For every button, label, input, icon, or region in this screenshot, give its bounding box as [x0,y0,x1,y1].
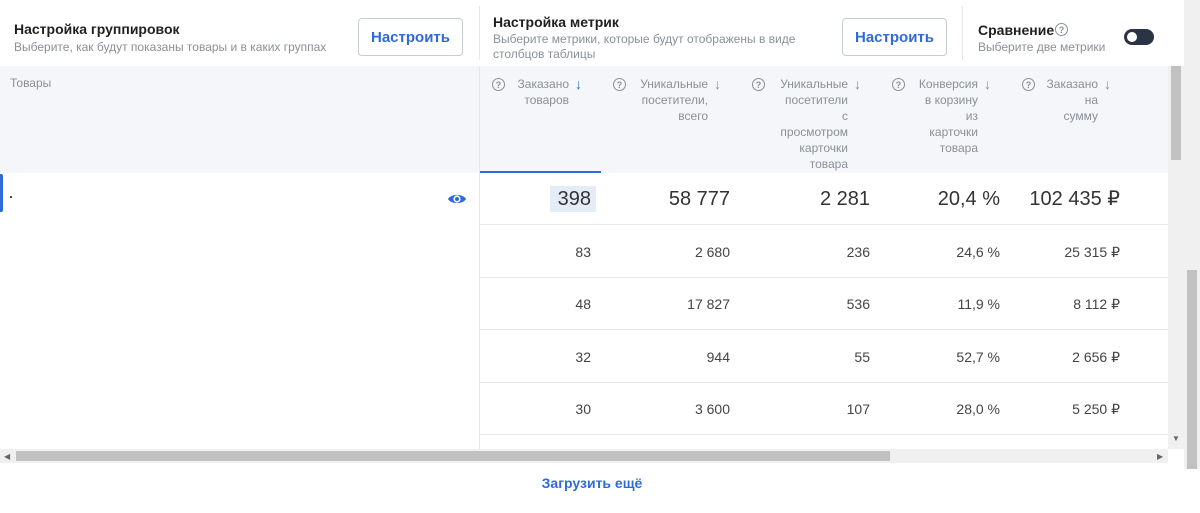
scroll-left-icon[interactable]: ◀ [4,452,10,461]
column-header-line: товара [809,157,848,171]
table-cell: 2 656 ₽ [1072,348,1120,365]
comparison-toggle[interactable] [1124,29,1154,45]
column-header-line: всего [678,109,708,123]
table-row: 48 17 827 536 11,9 % 8 112 ₽ [480,278,1168,330]
table-cell: 52,7 % [956,348,1000,365]
table-cell: 2 281 [819,188,870,210]
comparison-subtitle: Выберите две метрики [978,40,1106,54]
sort-arrow-icon[interactable]: ↓ [984,76,991,92]
table-cell: 48 [575,296,591,312]
table-row: 30 3 600 107 28,0 % 5 250 ₽ [480,383,1168,435]
metrics-header-row: ? Заказано товаров ↓? Уникальные посетители, в… [480,66,1168,173]
table-cell: 3 600 [694,401,730,417]
column-header-line: сумму [1063,109,1099,123]
column-header-line: посетители, [641,93,708,107]
load-more-button[interactable]: Загрузить ещё [0,475,1184,491]
selected-row-indicator [0,174,3,212]
table-cell: 58 777 [668,188,730,210]
column-header-line: Уникальные [640,77,708,91]
table-cell: 8 112 ₽ [1073,296,1120,312]
column-header[interactable]: Заказано на сумму [1038,76,1098,124]
metrics-subtitle-line1: Выберите метрики, которые будут отображе… [493,32,796,46]
analytics-page: Настройка группировок Выберите, как буду… [0,0,1200,513]
grouping-title: Настройка группировок [14,21,180,37]
scroll-right-icon[interactable]: ▶ [1157,452,1163,461]
column-header[interactable]: Уникальные посетители, всего [629,76,708,124]
page-vertical-scrollbar[interactable] [1184,0,1200,469]
scrollbar-thumb[interactable] [16,451,890,461]
column-header-line: на [1084,93,1098,107]
products-header-label: Товары [10,76,52,90]
toggle-knob [1127,32,1137,42]
table-cell: 536 [846,296,870,312]
help-icon[interactable]: ? [892,78,905,91]
products-column: Товары [0,66,479,449]
table-cell: 55 [854,348,870,365]
metrics-configure-button[interactable]: Настроить [842,18,947,56]
table-cell: 17 827 [687,296,730,312]
help-icon[interactable]: ? [1055,23,1068,36]
eye-icon[interactable] [447,192,467,206]
divider [962,6,963,60]
column-header-line: посетители [785,93,848,107]
total-row: 398 58 777 2 281 20,4 % 102 435 ₽ [480,173,1168,225]
grouping-subtitle: Выберите, как будут показаны товары и в … [14,40,327,54]
help-icon[interactable]: ? [752,78,765,91]
column-header[interactable]: Конверсия в корзину из карточки товара [908,76,978,156]
horizontal-scrollbar[interactable]: ◀ ▶ [0,449,1168,463]
column-header-line: Уникальные [780,77,848,91]
products-header[interactable]: Товары [0,66,479,173]
column-header-line: товаров [524,93,569,107]
scrollbar-thumb[interactable] [1171,66,1181,160]
table-cell: 30 [575,401,591,417]
column-header-line: просмотром [780,125,848,139]
table-cell: 2 680 [694,243,730,260]
table-vertical-scrollbar[interactable]: ▼ [1168,66,1184,449]
sort-arrow-icon[interactable]: ↓ [714,76,721,92]
table-row: 83 2 680 236 24,6 % 25 315 ₽ [480,226,1168,278]
column-header-line: карточки [929,125,978,139]
help-icon[interactable]: ? [492,78,505,91]
metrics-subtitle-line2: столбцов таблицы [493,47,596,61]
column-header-line: товара [939,141,978,155]
grouping-configure-button[interactable]: Настроить [358,18,463,56]
column-header[interactable]: Уникальные посетители с просмотром карточки т… [768,76,848,172]
column-header-line: Конверсия [918,77,978,91]
table-cell: 11,9 % [957,296,1000,312]
table-cell: 398 [557,188,591,210]
metrics-table: Товары ? Заказано товаров ↓? Уникальные посет… [0,66,1168,449]
table-cell: 102 435 ₽ [1029,188,1120,210]
sort-arrow-icon[interactable]: ↓ [1104,76,1111,92]
column-header-line: Заказано [517,77,569,91]
sort-arrow-icon[interactable]: ↓ [854,76,861,92]
table-cell: 28,0 % [956,401,1000,417]
comparison-title: Сравнение [978,22,1055,38]
table-cell: 107 [846,401,870,417]
column-header[interactable]: Заказано товаров [508,76,569,108]
column-header-line: с [842,109,848,123]
help-icon[interactable]: ? [1022,78,1035,91]
column-header-line: Заказано [1046,77,1098,91]
table-cell: 236 [846,243,870,260]
scrollbar-thumb[interactable] [1187,270,1197,469]
column-header-line: в корзину [924,93,978,107]
settings-bar: Настройка группировок Выберите, как буду… [0,0,1168,66]
sort-arrow-icon[interactable]: ↓ [575,76,582,92]
help-icon[interactable]: ? [613,78,626,91]
table-cell: 83 [575,243,591,260]
table-cell: 32 [575,348,591,365]
column-header-line: карточки [799,141,848,155]
table-cell: 25 315 ₽ [1064,243,1120,260]
table-cell: 944 [706,348,730,365]
column-header-line: из [965,109,978,123]
metrics-title: Настройка метрик [493,14,619,30]
table-row: 32 944 55 52,7 % 2 656 ₽ [480,331,1168,383]
table-cell: 20,4 % [937,188,1000,210]
table-cell: 5 250 ₽ [1072,401,1120,417]
product-name-placeholder [10,196,12,198]
divider [479,6,480,60]
table-cell: 24,6 % [956,243,1000,260]
scroll-down-icon[interactable]: ▼ [1172,434,1180,443]
